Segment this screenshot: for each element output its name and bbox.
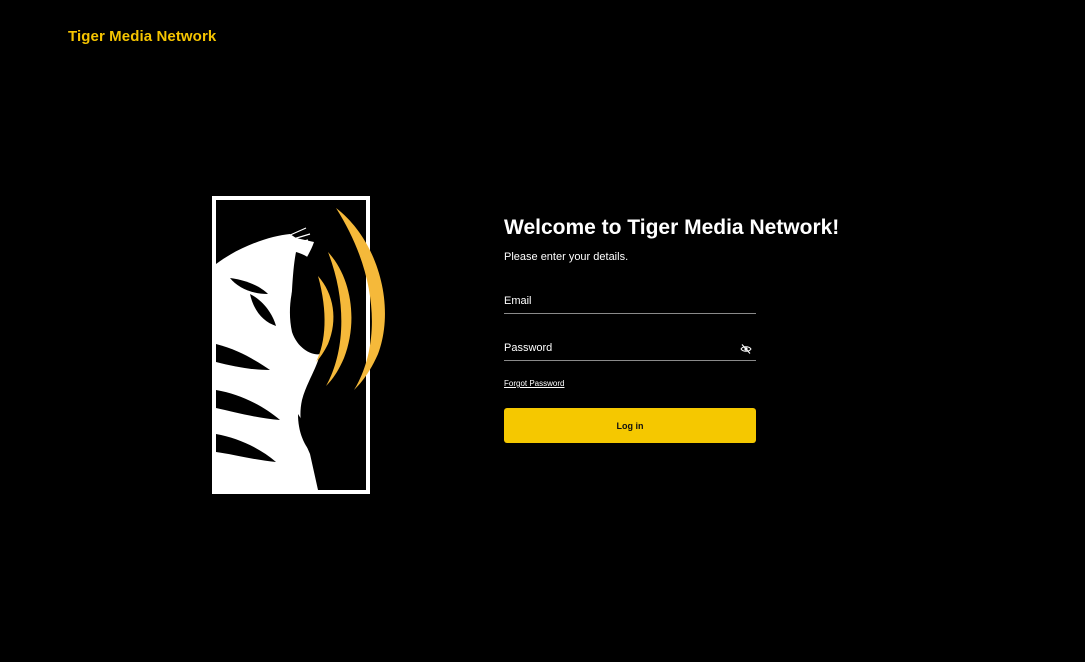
login-button[interactable]: Log in (504, 408, 756, 443)
password-field[interactable] (504, 338, 729, 358)
eye-off-icon[interactable] (740, 342, 752, 354)
forgot-password-link[interactable]: Forgot Password (504, 379, 564, 388)
email-field[interactable] (504, 291, 729, 311)
login-form: Welcome to Tiger Media Network! Please e… (504, 214, 840, 443)
page-subtitle: Please enter your details. (504, 251, 629, 263)
brand-name: Tiger Media Network (68, 28, 217, 45)
page-title: Welcome to Tiger Media Network! (504, 216, 840, 239)
login-page: Tiger Media Network Welcome to Tiger Med… (0, 0, 1085, 662)
tiger-roar-logo-icon (210, 194, 400, 496)
password-field-container (504, 338, 756, 361)
email-field-container (504, 291, 756, 314)
